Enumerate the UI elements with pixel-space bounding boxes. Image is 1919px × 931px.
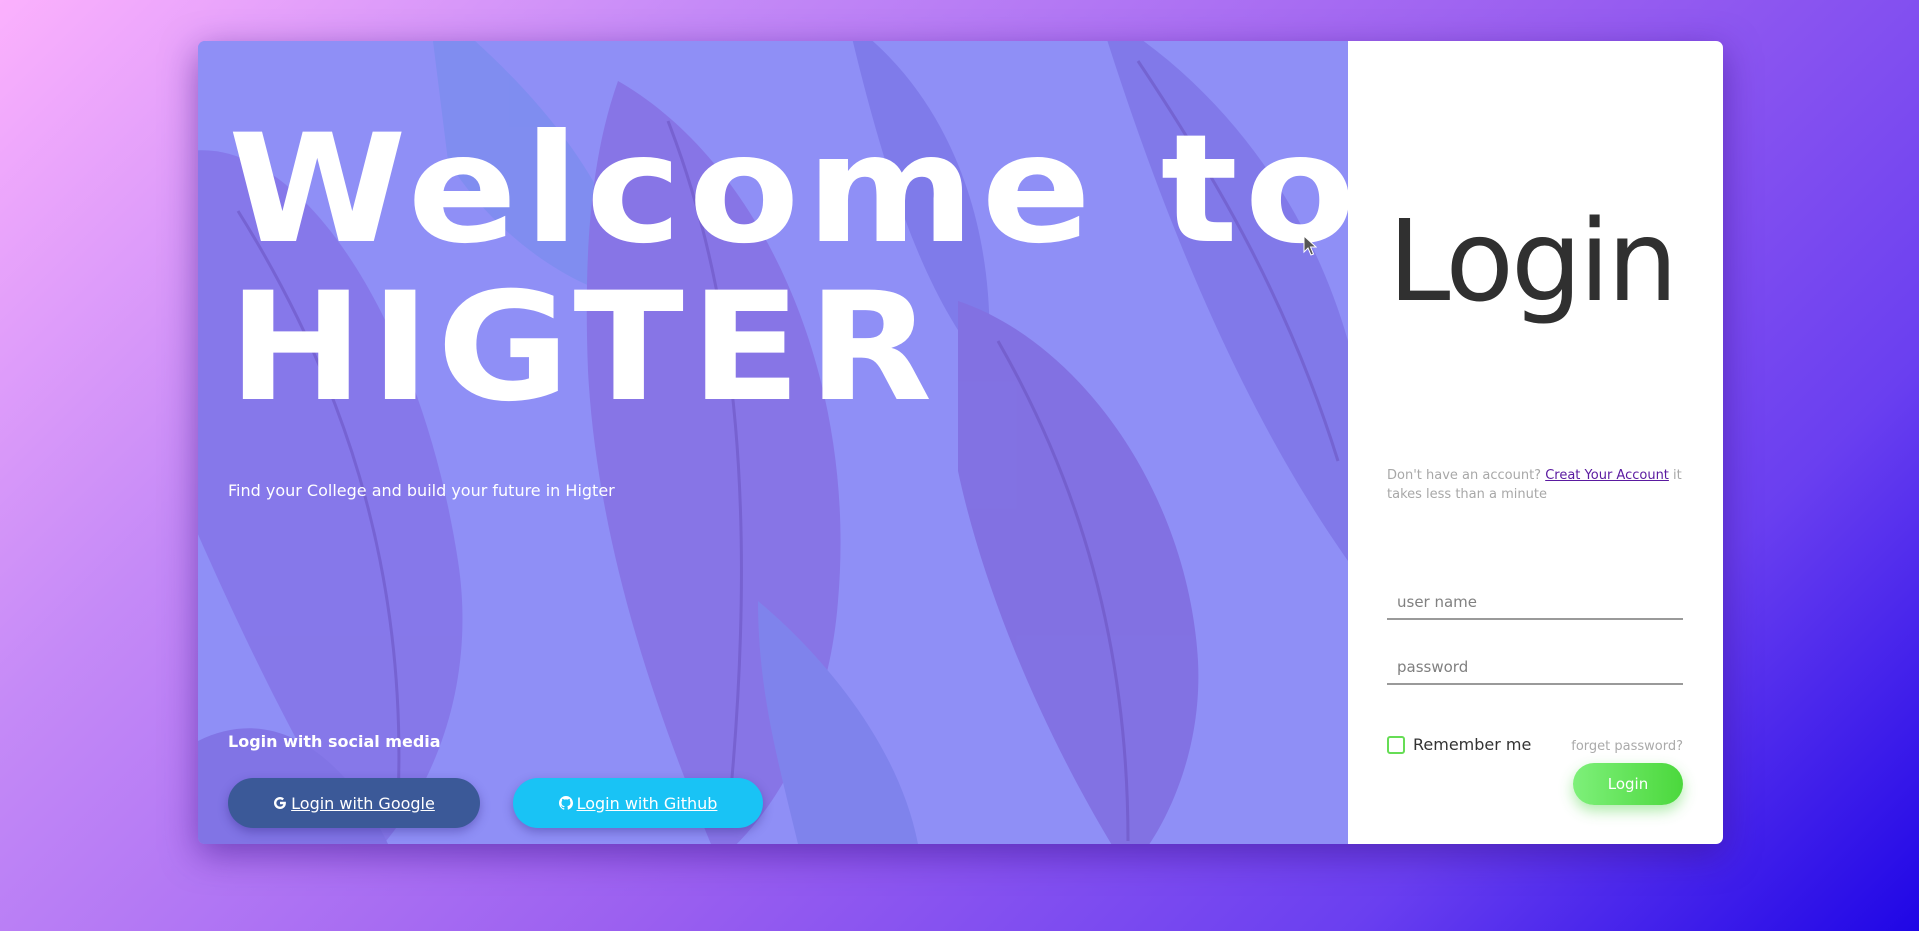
github-icon: [558, 796, 573, 810]
welcome-heading: Welcome to HIGTER: [228, 111, 1348, 427]
github-button-label: Login with Github: [576, 793, 718, 813]
hero-panel: Welcome to HIGTER Find your College and …: [198, 41, 1348, 844]
login-with-github-button[interactable]: Login with Github: [513, 778, 763, 828]
social-login-title: Login with social media: [228, 732, 441, 751]
google-button-label: Login with Google: [291, 793, 435, 813]
remember-me-checkbox[interactable]: [1387, 735, 1405, 754]
remember-me-label: Remember me: [1413, 735, 1532, 754]
welcome-line-1: Welcome to: [228, 103, 1348, 277]
login-title: Login: [1388, 197, 1678, 327]
login-submit-button[interactable]: Login: [1573, 763, 1683, 805]
remember-me-toggle[interactable]: Remember me: [1387, 735, 1531, 754]
welcome-line-2: HIGTER: [228, 261, 939, 435]
forgot-password-link[interactable]: forget password?: [1571, 739, 1683, 754]
username-input[interactable]: [1387, 586, 1683, 620]
signup-prefix: Don't have an account?: [1387, 468, 1546, 483]
password-input[interactable]: [1387, 651, 1683, 685]
mouse-cursor-icon: [1303, 235, 1317, 256]
google-icon: [273, 796, 287, 810]
login-with-google-button[interactable]: Login with Google: [228, 778, 480, 828]
signup-prompt: Don't have an account? Creat Your Accoun…: [1387, 466, 1687, 504]
login-card: Welcome to HIGTER Find your College and …: [198, 41, 1723, 844]
tagline: Find your College and build your future …: [228, 481, 615, 500]
hero-content: Welcome to HIGTER Find your College and …: [228, 111, 1348, 844]
create-account-link[interactable]: Creat Your Account: [1545, 468, 1669, 483]
login-panel: Login Don't have an account? Creat Your …: [1348, 41, 1723, 844]
